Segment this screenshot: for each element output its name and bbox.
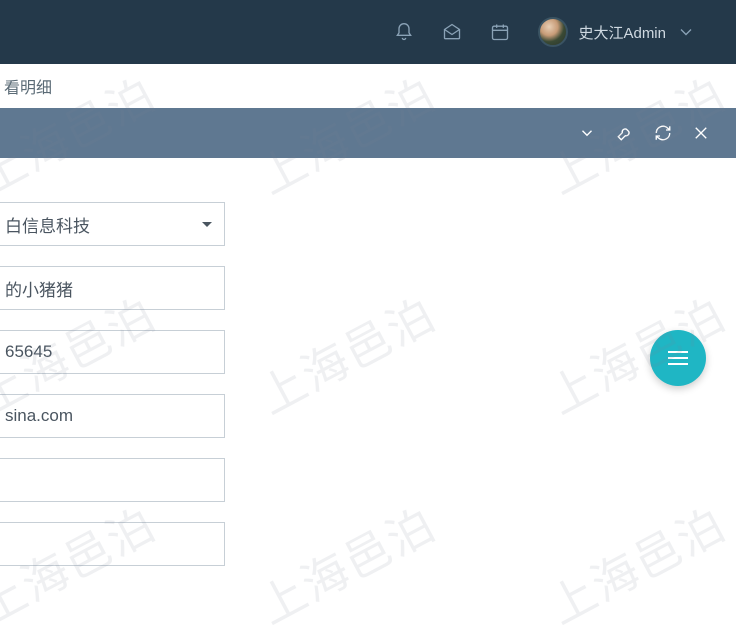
breadcrumb: 看明细 [0, 64, 736, 108]
name-field[interactable]: 的小猪猪 [0, 266, 225, 310]
refresh-icon[interactable] [654, 124, 672, 142]
user-menu[interactable]: 史大江Admin [538, 17, 696, 47]
user-name: 史大江Admin [578, 22, 666, 43]
company-select[interactable]: 白信息科技 [0, 202, 225, 246]
chevron-down-icon[interactable] [578, 124, 596, 142]
field-5[interactable] [0, 458, 225, 502]
avatar [538, 17, 568, 47]
field-6[interactable] [0, 522, 225, 566]
form-content: 白信息科技 的小猪猪 65645 sina.com [0, 158, 736, 566]
email-field[interactable]: sina.com [0, 394, 225, 438]
menu-fab[interactable] [650, 330, 706, 386]
panel-header [0, 108, 736, 158]
bell-icon[interactable] [394, 22, 414, 42]
close-icon[interactable] [692, 124, 710, 142]
breadcrumb-tail: 看明细 [4, 74, 52, 98]
phone-field[interactable]: 65645 [0, 330, 225, 374]
top-bar: 史大江Admin [0, 0, 736, 64]
chevron-down-icon [676, 22, 696, 42]
wrench-icon[interactable] [616, 124, 634, 142]
hamburger-icon [668, 357, 688, 359]
calendar-icon[interactable] [490, 22, 510, 42]
mail-open-icon[interactable] [442, 22, 462, 42]
